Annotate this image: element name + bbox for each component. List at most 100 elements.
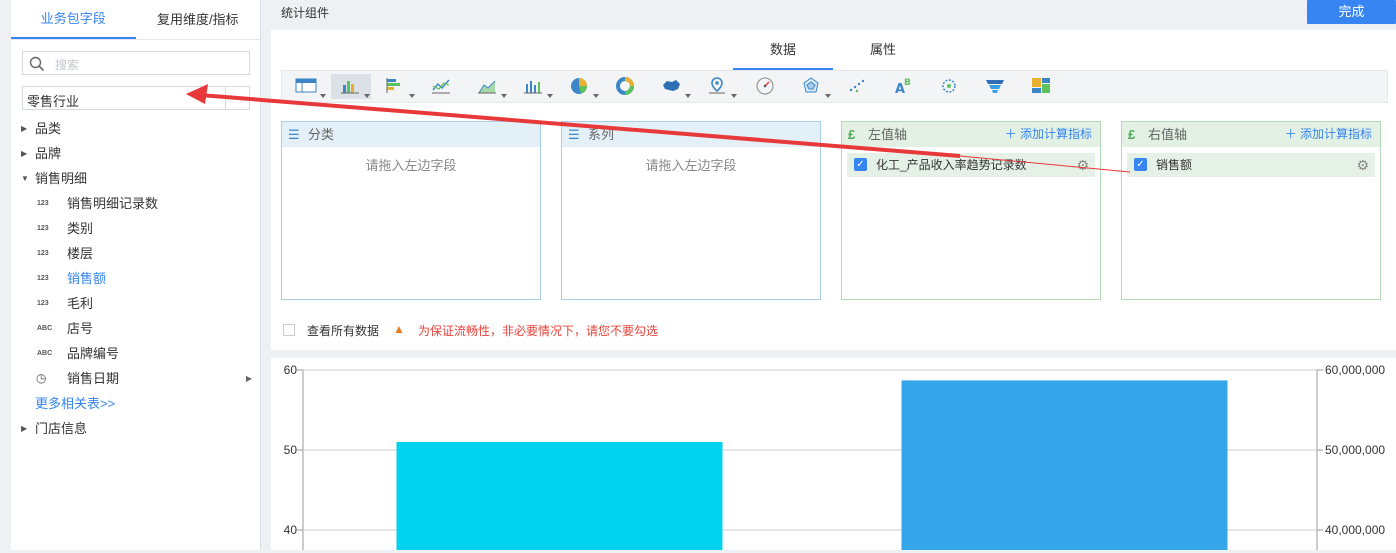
horizontal-bar-icon[interactable] — [376, 74, 416, 99]
add-calculation-label: 添加计算指标 — [1299, 127, 1372, 141]
chart-area: 60 60,000,000 50 50,000,000 40 40,000,000 — [271, 358, 1396, 550]
gauge-chart-icon[interactable] — [746, 74, 786, 99]
combo-chart-icon[interactable] — [514, 74, 554, 99]
search-icon — [29, 56, 45, 72]
left-tabs: 业务包字段 复用维度/指标 — [11, 0, 260, 40]
bar-2 — [901, 380, 1228, 550]
field-label: 毛利 — [67, 296, 94, 311]
map-chart-icon[interactable] — [652, 74, 692, 99]
field-item[interactable]: ABC 店号 — [11, 316, 261, 341]
treemap-chart-icon[interactable] — [1022, 74, 1062, 99]
search-input[interactable]: 搜索 — [22, 51, 250, 75]
field-tree: ▶ 品类 ▶ 品牌 ▼ 销售明细 123 销售明细记录数 123 类别 123 楼层 123… — [11, 116, 261, 441]
series-dropzone[interactable]: ☰ 系列 请拖入左边字段 — [561, 121, 821, 300]
gear-icon[interactable]: ⚙ — [1076, 153, 1089, 177]
page-title: 统计组件 — [281, 6, 330, 20]
field-item[interactable]: ABC 品牌编号 — [11, 341, 261, 366]
field-label: 销售额 — [67, 271, 107, 286]
field-item[interactable]: 123 毛利 — [11, 291, 261, 316]
tab-reuse-dimensions[interactable]: 复用维度/指标 — [136, 0, 261, 39]
location-pin-icon[interactable] — [698, 74, 738, 99]
chart-type-toolbar: AB — [281, 70, 1388, 103]
tree-label: 品牌 — [35, 146, 62, 161]
donut-chart-icon[interactable] — [606, 74, 646, 99]
category-dropzone[interactable]: ☰ 分类 请拖入左边字段 — [281, 121, 541, 300]
right-tick-label: 60,000,000 — [1325, 363, 1385, 377]
done-button[interactable]: 完成 — [1307, 0, 1396, 24]
field-item[interactable]: 123 类别 — [11, 216, 261, 241]
more-link-label: 更多相关表>> — [35, 396, 116, 411]
field-item[interactable]: 123 销售明细记录数 — [11, 191, 261, 216]
right-tick-label: 50,000,000 — [1325, 443, 1385, 457]
field-item-selected[interactable]: 123 销售额 — [11, 266, 261, 291]
expand-right-icon: ▶ — [21, 424, 28, 433]
tab-business-fields[interactable]: 业务包字段 — [11, 0, 136, 39]
area-chart-icon[interactable] — [468, 74, 508, 99]
config-tabs: 数据 属性 — [733, 38, 933, 70]
tree-item-store-info[interactable]: ▶ 门店信息 — [11, 416, 261, 441]
warning-icon: ▲ — [393, 322, 405, 336]
tree-item-category[interactable]: ▶ 品类 — [11, 116, 261, 141]
metric-field-label: 化工_产品收入率趋势记录数 — [876, 158, 1027, 172]
number-type-icon: 123 — [37, 275, 49, 282]
gear-icon[interactable]: ⚙ — [1356, 153, 1369, 177]
left-tick-label: 50 — [284, 443, 298, 457]
field-item-date[interactable]: ◷ 销售日期 ▶ — [11, 366, 261, 391]
add-calculation-button[interactable]: ＋ 添加计算指标 — [1285, 122, 1372, 147]
dropzone-title: 左值轴 — [868, 127, 908, 142]
expand-down-icon: ▼ — [21, 174, 29, 183]
left-tick-label: 60 — [284, 363, 298, 377]
tree-label: 门店信息 — [35, 421, 88, 436]
tree-item-sales-detail[interactable]: ▼ 销售明细 — [11, 166, 261, 191]
package-select[interactable]: 零售行业 — [22, 86, 250, 110]
right-axis-dropzone[interactable]: £ 右值轴 ＋ 添加计算指标 ✓ 销售额 ⚙ — [1121, 121, 1381, 300]
funnel-chart-icon[interactable] — [976, 74, 1016, 99]
scatter-chart-icon[interactable] — [838, 74, 878, 99]
field-label: 店号 — [67, 321, 94, 336]
field-label: 楼层 — [67, 246, 94, 261]
checkbox-checked-icon[interactable]: ✓ — [1134, 158, 1147, 171]
word-cloud-icon[interactable]: AB — [884, 74, 924, 99]
dropzone-header: £ 右值轴 ＋ 添加计算指标 — [1122, 122, 1380, 147]
package-value: 零售行业 — [27, 94, 80, 109]
left-axis-dropzone[interactable]: £ 左值轴 ＋ 添加计算指标 ✓ 化工_产品收入率趋势记录数 ⚙ — [841, 121, 1101, 300]
add-calculation-button[interactable]: ＋ 添加计算指标 — [1005, 122, 1092, 147]
metric-field[interactable]: ✓ 化工_产品收入率趋势记录数 ⚙ — [847, 153, 1095, 177]
left-panel: 业务包字段 复用维度/指标 搜索 零售行业 ▶ 品类 ▶ 品牌 ▼ 销售明细 123 销… — [11, 0, 261, 550]
pie-chart-icon[interactable] — [560, 74, 600, 99]
search-placeholder: 搜索 — [55, 58, 80, 72]
number-type-icon: 123 — [37, 200, 49, 207]
dropzone-title: 右值轴 — [1148, 127, 1188, 142]
bar-chart-icon[interactable] — [331, 74, 371, 99]
table-chart-icon[interactable] — [287, 74, 327, 99]
dropzone-placeholder: 请拖入左边字段 — [365, 158, 457, 173]
add-calculation-label: 添加计算指标 — [1019, 127, 1092, 141]
dropzone-header: £ 左值轴 ＋ 添加计算指标 — [842, 122, 1100, 147]
tree-label: 品类 — [35, 121, 62, 136]
left-tick-label: 40 — [284, 523, 298, 537]
metric-field-label: 销售额 — [1156, 158, 1193, 172]
field-item[interactable]: 123 楼层 — [11, 241, 261, 266]
checkbox-checked-icon[interactable]: ✓ — [854, 158, 867, 171]
expand-right-icon: ▶ — [21, 149, 28, 158]
radar-chart-icon[interactable] — [792, 74, 832, 99]
tab-properties[interactable]: 属性 — [833, 38, 933, 70]
dropzone-header: ☰ 系列 — [562, 122, 820, 147]
metric-field[interactable]: ✓ 销售额 ⚙ — [1127, 153, 1375, 177]
warning-text: 为保证流畅性，非必要情况下，请您不要勾选 — [418, 324, 659, 338]
tab-data[interactable]: 数据 — [733, 38, 833, 70]
bubble-chart-icon[interactable] — [930, 74, 970, 99]
field-label: 销售明细记录数 — [67, 196, 159, 211]
dropzone-title: 分类 — [308, 127, 335, 142]
dropzone-placeholder: 请拖入左边字段 — [645, 158, 737, 173]
field-label: 品牌编号 — [67, 346, 120, 361]
list-icon: ☰ — [568, 127, 580, 142]
package-dropdown-button[interactable] — [225, 87, 249, 109]
top-bar: 统计组件 — [271, 0, 1396, 28]
clock-icon: ◷ — [36, 371, 47, 385]
more-tables-link[interactable]: 更多相关表>> — [11, 391, 261, 416]
tree-item-brand[interactable]: ▶ 品牌 — [11, 141, 261, 166]
submenu-arrow-icon[interactable]: ▶ — [246, 366, 252, 391]
line-chart-icon[interactable] — [422, 74, 462, 99]
view-all-checkbox[interactable] — [283, 324, 295, 336]
